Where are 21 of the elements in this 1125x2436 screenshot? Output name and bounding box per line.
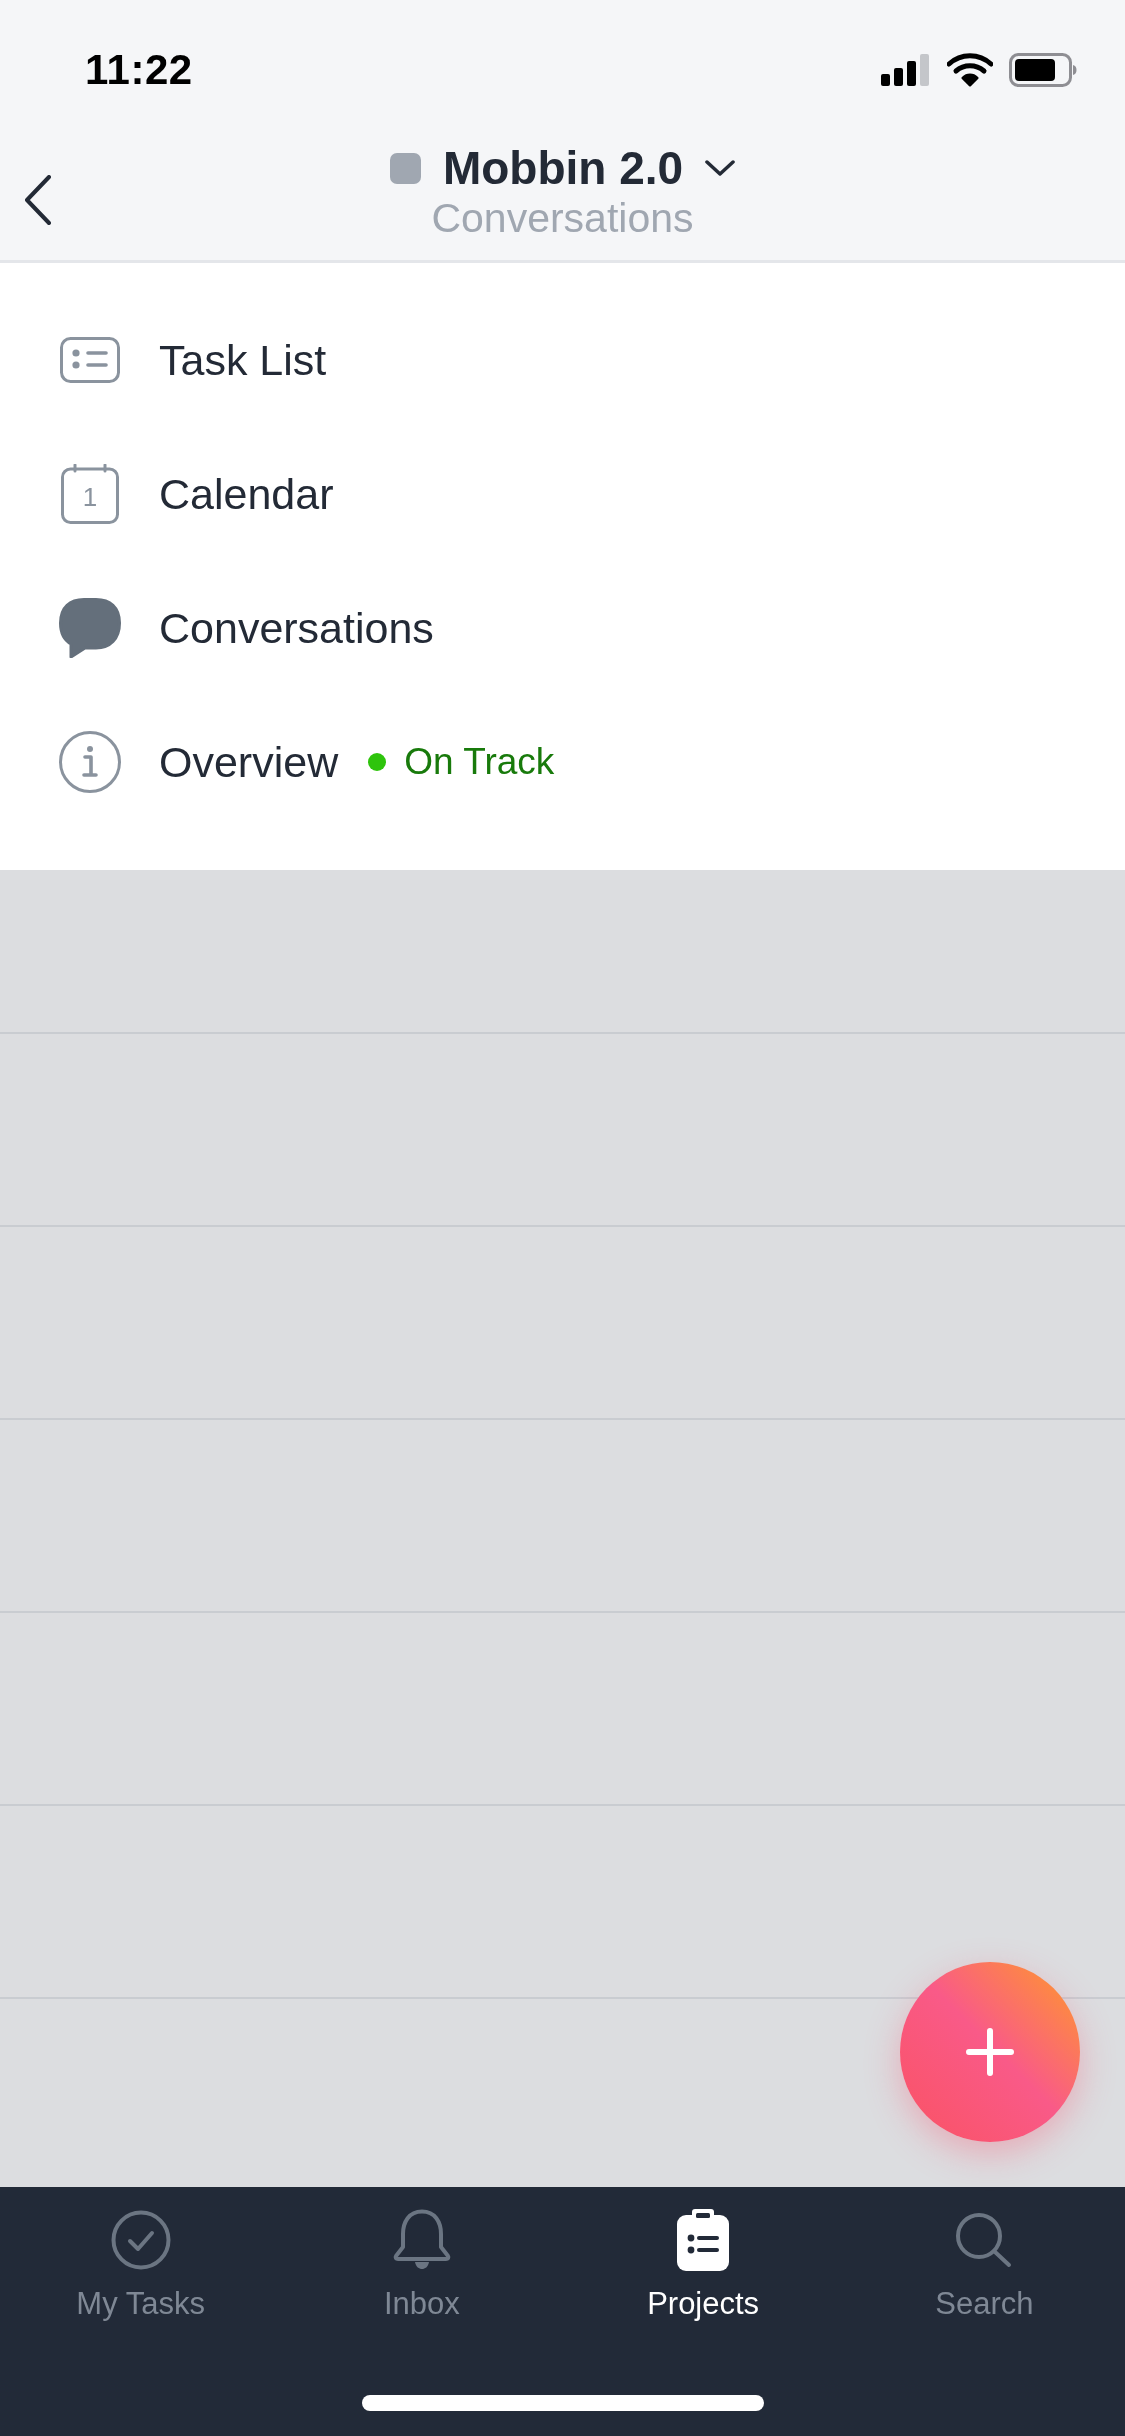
tab[interactable]: My Tasks [76,2209,205,2323]
view-subtitle: Conversations [431,194,694,242]
project-menu-button[interactable]: Mobbin 2.0 [389,142,736,194]
battery-icon [1009,53,1077,87]
status-time: 11:22 [85,49,193,91]
tab[interactable]: Search [935,2209,1034,2323]
calendar-icon: 1 [61,464,119,524]
menu-item[interactable]: 1 Calendar [59,464,334,524]
signal-icon [881,54,931,86]
tab[interactable]: Projects [647,2209,760,2323]
wifi-icon [947,53,993,87]
tab[interactable]: Inbox [383,2209,460,2323]
project-color-icon [389,152,421,184]
menu-item[interactable]: Conversations [59,598,434,658]
back-button[interactable] [24,175,52,225]
chevron-down-icon [705,160,736,176]
plus-icon [966,2028,1014,2076]
menu-item[interactable]: Task List [59,334,327,386]
menu-item[interactable]: Overview [59,731,339,793]
chevron-left-icon [24,175,52,225]
status-text: On Track [404,740,555,784]
